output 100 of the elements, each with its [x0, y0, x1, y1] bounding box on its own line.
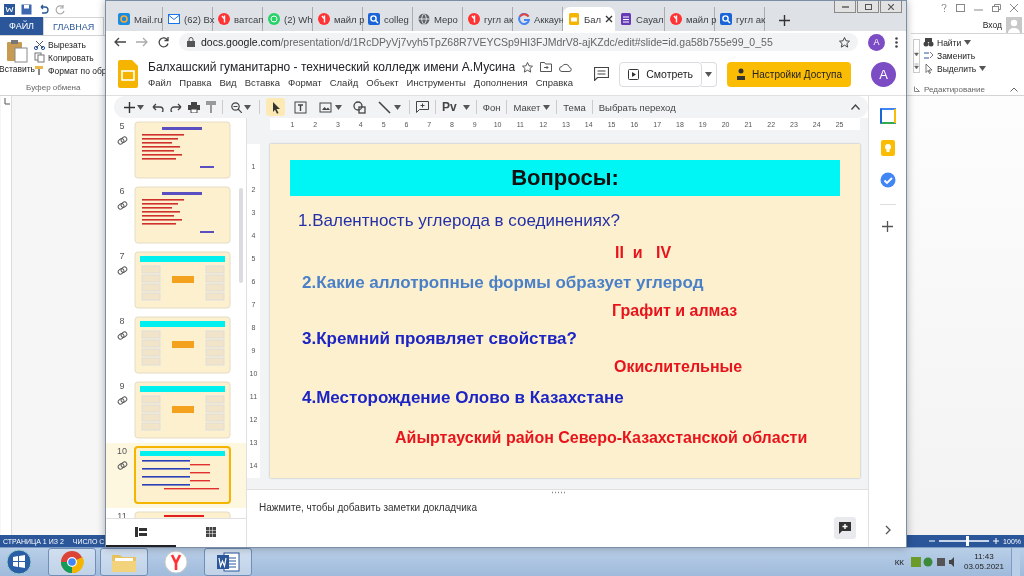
menu-item[interactable]: Формат [287, 77, 322, 88]
ribbon-command[interactable]: Заменить [923, 50, 1024, 61]
ribbon-options-icon[interactable] [956, 4, 965, 12]
browser-tab[interactable]: (62) Вх [163, 7, 213, 31]
file-tab[interactable]: ФАЙЛ [0, 17, 44, 35]
shapes-icon[interactable] [352, 99, 367, 115]
browser-tab[interactable]: ватсап [213, 7, 263, 31]
toolbar-button[interactable]: Тема [563, 98, 586, 116]
word-logo-icon[interactable] [4, 4, 15, 15]
caret-icon[interactable] [137, 104, 144, 110]
menu-item[interactable]: Файл [148, 77, 172, 88]
slide-thumbnail[interactable] [134, 316, 231, 374]
caret-icon[interactable] [462, 104, 470, 110]
image-icon[interactable] [318, 99, 333, 115]
present-button[interactable]: Смотреть [619, 61, 703, 87]
account-avatar[interactable]: A [871, 61, 896, 87]
present-options-button[interactable] [701, 61, 718, 87]
ribbon-command[interactable]: Вырезать [34, 39, 107, 50]
toolbar-button[interactable]: Выбрать переход [598, 98, 676, 116]
menu-item[interactable]: Вставка [244, 77, 280, 88]
plus-icon[interactable] [882, 221, 893, 232]
address-bar[interactable]: docs.google.com/presentation/d/1RcDPyVj7vyh5TpZ68R7VEYCSp9HI3FJMdrV8-ajKZdc/edit#slide=id.ga58b755e99_0_55 [179, 33, 858, 51]
slide-thumbnail[interactable] [134, 446, 231, 504]
close-button[interactable] [880, 1, 902, 13]
slide-thumbnail[interactable] [134, 186, 231, 244]
close-icon[interactable] [605, 15, 614, 23]
browser-tab[interactable]: Бал [563, 7, 615, 31]
undo-icon[interactable] [152, 102, 164, 112]
menu-item[interactable]: Слайд [329, 77, 359, 88]
comment-icon[interactable] [416, 101, 429, 113]
maximize-button[interactable] [857, 1, 879, 13]
dialog-launcher-icon[interactable] [914, 86, 920, 92]
help-icon[interactable] [941, 4, 947, 12]
calendar-icon[interactable] [879, 108, 896, 124]
menu-item[interactable]: Инструменты [406, 77, 466, 88]
browser-tab[interactable]: Меро [413, 7, 463, 31]
add-icon[interactable] [124, 101, 135, 113]
move-folder-icon[interactable] [540, 62, 553, 72]
caret-icon[interactable] [244, 104, 251, 110]
chrome-icon[interactable] [60, 550, 84, 574]
comments-icon[interactable] [594, 67, 610, 81]
restore-icon[interactable] [992, 4, 1001, 12]
zoom-out-icon[interactable] [929, 538, 936, 544]
ribbon-tab[interactable]: ГЛАВНАЯ [43, 17, 105, 35]
resize-handle-icon[interactable] [550, 491, 565, 494]
slide[interactable] [270, 144, 860, 478]
browser-tab[interactable]: гугл ак [463, 7, 513, 31]
toolbar-button[interactable]: Фон [482, 98, 501, 116]
slide-thumbnail[interactable] [134, 381, 231, 439]
cloud-icon[interactable] [559, 62, 573, 72]
line-icon[interactable] [377, 99, 392, 115]
back-icon[interactable] [114, 37, 126, 47]
clock[interactable]: 11:43 03.05.2021 [963, 552, 1004, 572]
caret-icon[interactable] [394, 104, 401, 110]
ribbon-command[interactable]: Найти [923, 37, 1024, 48]
chevron-right-icon[interactable] [884, 525, 891, 535]
menu-item[interactable]: Дополнения [473, 77, 528, 88]
toolbar-button[interactable]: Макет [513, 98, 551, 116]
zoom-icon[interactable] [231, 101, 242, 113]
browser-tab[interactable]: Сауал [615, 7, 665, 31]
word-icon[interactable] [216, 550, 240, 574]
browser-tab[interactable]: майл р [665, 7, 715, 31]
sign-in-link[interactable]: Вход [982, 19, 1002, 30]
slide-thumbnail[interactable] [134, 251, 231, 309]
reload-icon[interactable] [158, 36, 169, 48]
paste-button[interactable]: Вставить [0, 36, 34, 83]
ribbon-command[interactable]: Выделить [923, 63, 1024, 74]
more-menu-icon[interactable] [895, 36, 898, 48]
browser-tab[interactable]: гугл ак [715, 7, 765, 31]
slide-thumbnail[interactable] [134, 121, 231, 179]
gallery-scroll-icon[interactable] [913, 39, 920, 73]
menu-item[interactable]: Справка [535, 77, 573, 88]
browser-tab[interactable]: майл р [313, 7, 363, 31]
text-box-icon[interactable] [293, 99, 308, 115]
browser-tab[interactable]: (2) Wh [263, 7, 313, 31]
minimize-button[interactable] [834, 1, 856, 13]
paint-format-icon[interactable] [206, 101, 216, 113]
zoom-in-icon[interactable] [993, 538, 1000, 544]
share-button[interactable]: Настройки Доступа [727, 61, 851, 87]
print-icon[interactable] [188, 101, 200, 113]
save-icon[interactable] [21, 4, 32, 15]
star-icon[interactable] [522, 61, 534, 73]
bookmark-star-icon[interactable] [839, 36, 850, 48]
undo-icon[interactable] [38, 4, 49, 15]
language-indicator[interactable]: КК [894, 557, 904, 567]
collapse-ribbon-icon[interactable] [1010, 86, 1018, 92]
browser-tab[interactable]: Mail.ru [113, 7, 163, 31]
caret-icon[interactable] [335, 104, 342, 110]
menu-item[interactable]: Вид [219, 77, 237, 88]
check-circle-icon[interactable] [879, 172, 896, 188]
ribbon-command[interactable]: Копировать [34, 52, 107, 63]
redo-icon[interactable] [170, 102, 182, 112]
text-style-button[interactable]: Pv [442, 98, 457, 116]
menu-item[interactable]: Объект [366, 77, 399, 88]
browser-logo-icon[interactable] [164, 550, 188, 574]
start-button[interactable] [4, 549, 34, 575]
presentation-title[interactable]: Балхашский гуманитарно - технический колледж имени А.Мусина [148, 60, 516, 74]
collapse-icon[interactable] [851, 104, 860, 110]
new-tab-icon[interactable] [779, 15, 790, 26]
browser-tab[interactable]: colleg [363, 7, 413, 31]
